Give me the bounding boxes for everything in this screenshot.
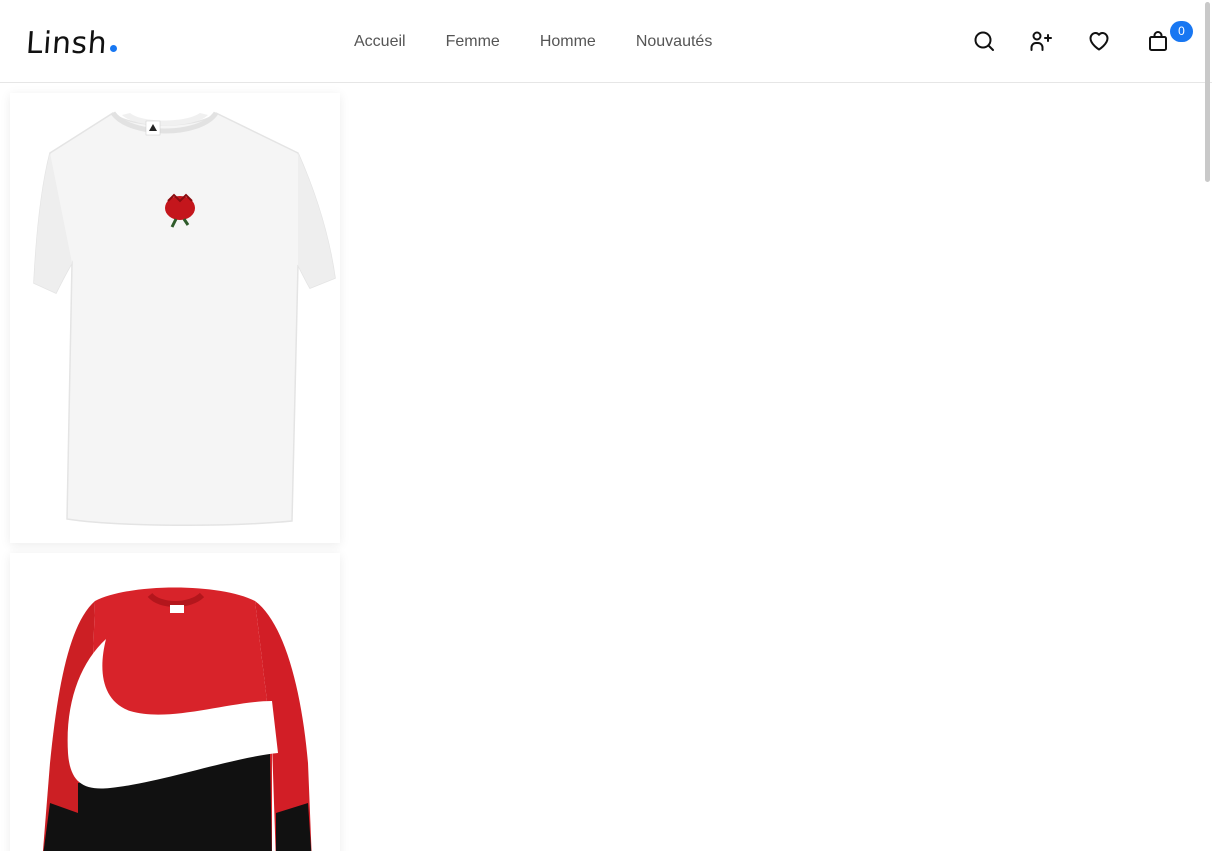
- cart-button[interactable]: [1145, 28, 1171, 54]
- main-nav: Accueil Femme Homme Nouvautés: [354, 32, 712, 52]
- search-icon: [974, 31, 994, 51]
- product-card[interactable]: [10, 93, 340, 543]
- wishlist-button[interactable]: [1086, 28, 1112, 54]
- search-button[interactable]: [971, 28, 997, 54]
- cart-count-badge: 0: [1170, 21, 1193, 42]
- product-image-white-tshirt: [10, 93, 340, 543]
- shopping-bag-icon: [1149, 31, 1167, 51]
- site-header: Linsh Accueil Femme Homme Nouvautés 0: [0, 0, 1212, 83]
- register-button[interactable]: [1028, 28, 1054, 54]
- nav-item-homme[interactable]: Homme: [540, 32, 596, 52]
- nav-item-accueil[interactable]: Accueil: [354, 32, 406, 52]
- nav-item-femme[interactable]: Femme: [446, 32, 500, 52]
- product-card[interactable]: [10, 553, 340, 851]
- heart-icon: [1089, 32, 1109, 51]
- user-plus-icon: [1030, 31, 1052, 51]
- product-image-red-sweatshirt: [10, 553, 340, 851]
- brand-dot: [110, 45, 118, 52]
- brand-logo[interactable]: Linsh: [24, 26, 118, 62]
- brand-name: Linsh: [24, 26, 109, 61]
- nav-item-nouvautes[interactable]: Nouvautés: [636, 32, 713, 52]
- page-scrollbar[interactable]: [1205, 2, 1210, 182]
